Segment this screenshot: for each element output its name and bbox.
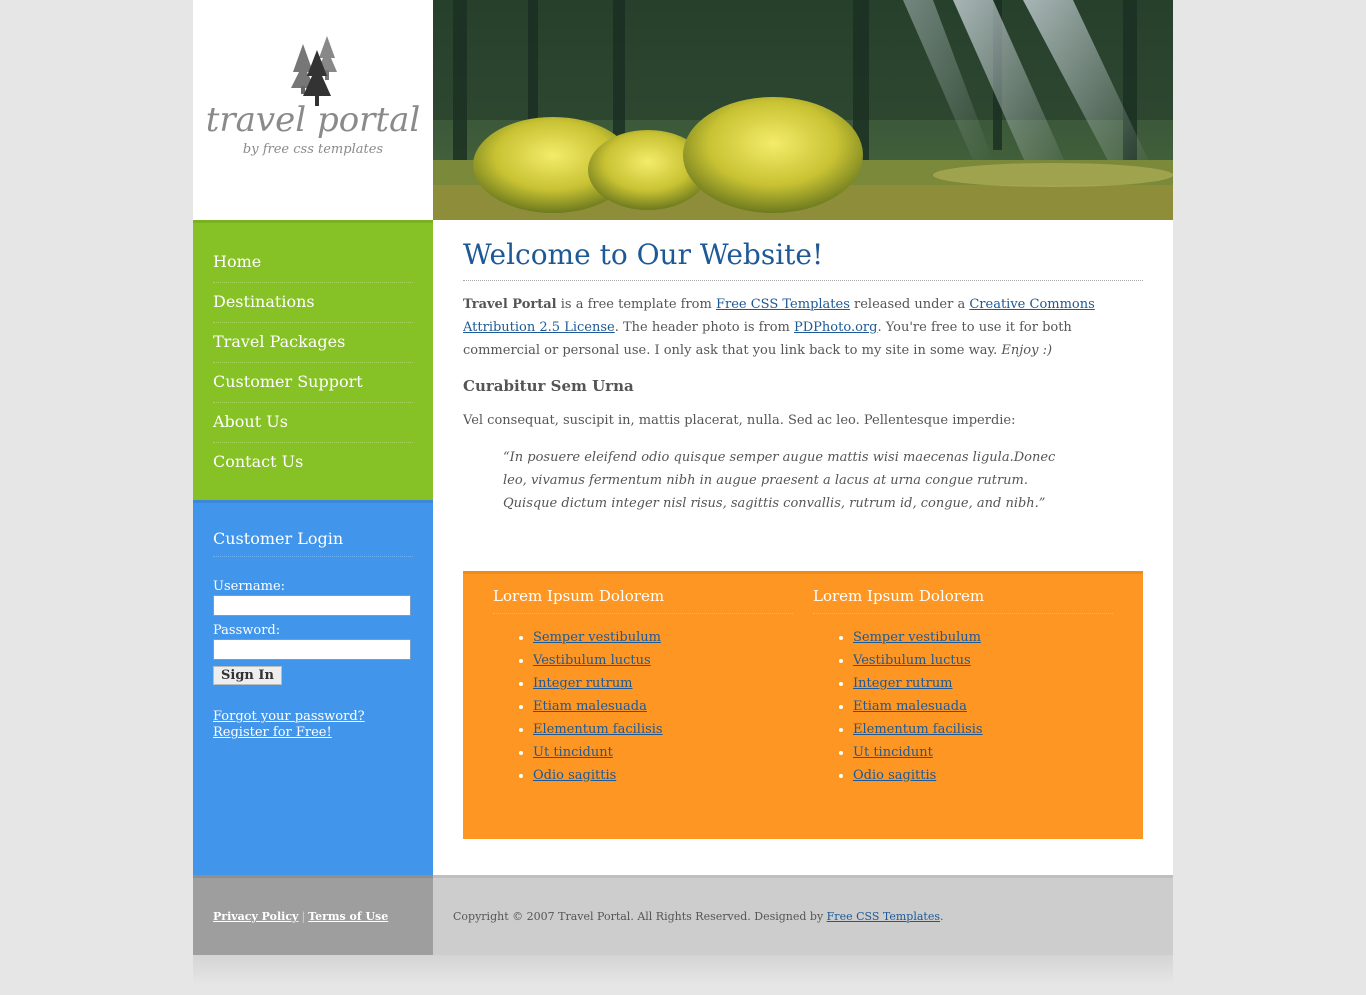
list-item: Ut tincidunt [853,741,1113,764]
nav-link[interactable]: About Us [213,412,288,431]
main-navigation: Home Destinations Travel Packages Custom… [193,220,433,500]
customer-login-panel: Customer Login Username: Password: Sign … [193,500,433,875]
footer-shadow [193,955,1173,985]
username-label: Username: [213,579,286,594]
footer-copyright: Copyright © 2007 Travel Portal. All Righ… [433,875,1173,955]
copyright-text: Copyright © 2007 Travel Portal. All Righ… [453,910,827,923]
list-item: Integer rutrum [533,672,793,695]
list-item: Etiam malesuada [853,695,1113,718]
free-css-templates-link[interactable]: Free CSS Templates [716,297,850,312]
nav-item-contact-us[interactable]: Contact Us [213,443,413,483]
nav-item-about-us[interactable]: About Us [213,403,413,443]
box-title: Lorem Ipsum Dolorem [813,587,1113,614]
password-input[interactable] [213,639,411,660]
list-item: Odio sagittis [853,764,1113,787]
logo[interactable]: travel portal by free css templates [193,0,433,220]
enjoy-text: Enjoy :) [1001,343,1053,358]
header-photo [433,0,1173,220]
box-link[interactable]: Elementum facilisis [533,722,663,737]
designer-link[interactable]: Free CSS Templates [827,910,940,923]
intro-paragraph: Travel Portal is a free template from Fr… [463,293,1143,362]
box-link[interactable]: Integer rutrum [853,676,953,691]
nav-link[interactable]: Destinations [213,292,315,311]
terms-of-use-link[interactable]: Terms of Use [308,910,388,923]
quote: “In posuere eleifend odio quisque semper… [503,450,1056,511]
register-link[interactable]: Register for Free! [213,725,413,741]
box-link[interactable]: Vestibulum luctus [533,653,651,668]
login-links: Forgot your password? Register for Free! [213,709,413,741]
nav-item-home[interactable]: Home [213,243,413,283]
box-link[interactable]: Semper vestibulum [533,630,661,645]
copyright-period: . [940,910,944,923]
box-link[interactable]: Odio sagittis [533,768,616,783]
box-link[interactable]: Ut tincidunt [533,745,613,760]
box-link[interactable]: Elementum facilisis [853,722,983,737]
sign-in-button[interactable]: Sign In [213,666,282,685]
site-tagline: by free css templates [242,142,384,157]
list-item: Ut tincidunt [533,741,793,764]
body-paragraph: Vel consequat, suscipit in, mattis place… [463,413,1016,428]
link-box: Lorem Ipsum Dolorem Semper vestibulum Ve… [813,574,1113,787]
subheading: Curabitur Sem Urna [463,377,634,395]
intro-text: is a free template from [556,297,716,312]
list-item: Elementum facilisis [533,718,793,741]
password-label: Password: [213,623,281,638]
page-wrapper: travel portal by free css templates Home… [193,0,1173,995]
box-link[interactable]: Etiam malesuada [533,699,647,714]
intro-text: . The header photo is from [614,320,794,335]
nav-item-customer-support[interactable]: Customer Support [213,363,413,403]
nav-item-destinations[interactable]: Destinations [213,283,413,323]
list-item: Vestibulum luctus [853,649,1113,672]
site-name: travel portal [205,100,421,140]
box-link[interactable]: Integer rutrum [533,676,633,691]
list-item: Vestibulum luctus [533,649,793,672]
box-link[interactable]: Vestibulum luctus [853,653,971,668]
nav-link[interactable]: Home [213,252,261,271]
page-title: Welcome to Our Website! [463,238,1143,281]
box-link[interactable]: Odio sagittis [853,768,936,783]
intro-text: released under a [849,297,970,312]
login-title: Customer Login [213,529,413,557]
list-item: Odio sagittis [533,764,793,787]
list-item: Elementum facilisis [853,718,1113,741]
list-item: Semper vestibulum [853,626,1113,649]
forest-photo-image [433,0,1173,220]
box-title: Lorem Ipsum Dolorem [493,587,793,614]
box-link[interactable]: Etiam malesuada [853,699,967,714]
footer-separator: | [301,910,306,923]
list-item: Etiam malesuada [533,695,793,718]
footer-links: Privacy Policy | Terms of Use [193,875,433,955]
forgot-password-link[interactable]: Forgot your password? [213,709,413,725]
list-item: Integer rutrum [853,672,1113,695]
main-content: Welcome to Our Website! Travel Portal is… [433,220,1173,875]
box-link[interactable]: Semper vestibulum [853,630,981,645]
link-boxes: Lorem Ipsum Dolorem Semper vestibulum Ve… [463,571,1143,839]
list-item: Semper vestibulum [533,626,793,649]
pdphoto-link[interactable]: PDPhoto.org [794,320,877,335]
pine-trees-icon [291,36,337,106]
nav-link[interactable]: Customer Support [213,372,363,391]
username-input[interactable] [213,595,411,616]
nav-item-travel-packages[interactable]: Travel Packages [213,323,413,363]
privacy-policy-link[interactable]: Privacy Policy [213,910,298,923]
nav-link[interactable]: Travel Packages [213,332,345,351]
nav-link[interactable]: Contact Us [213,452,303,471]
box-link[interactable]: Ut tincidunt [853,745,933,760]
link-box: Lorem Ipsum Dolorem Semper vestibulum Ve… [493,574,793,787]
brand-name: Travel Portal [463,297,557,312]
